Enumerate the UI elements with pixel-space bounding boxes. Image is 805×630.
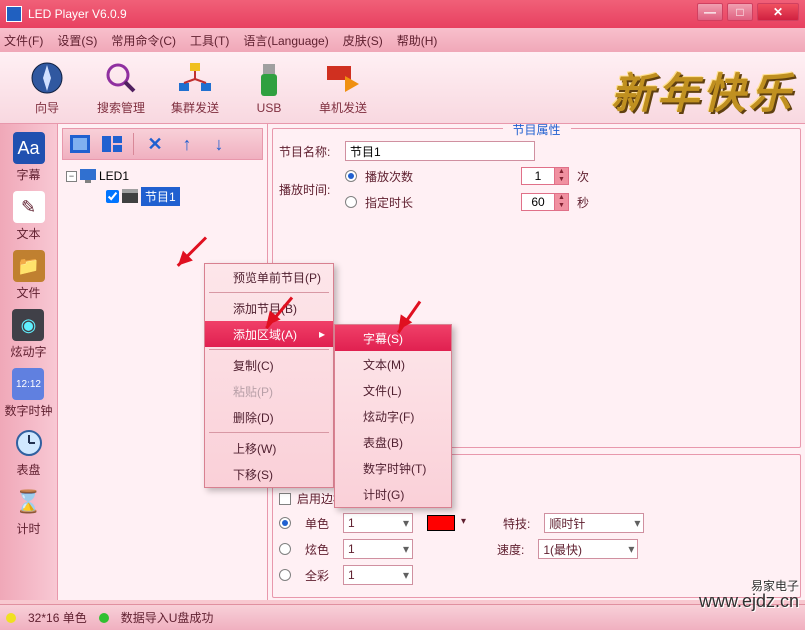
count-spinner[interactable]: ▲▼ [521, 167, 569, 185]
menu-help[interactable]: 帮助(H) [397, 32, 438, 49]
sub-timer[interactable]: 计时(G) [335, 481, 451, 507]
pattern-select-2[interactable]: 1 [343, 539, 413, 559]
menu-settings[interactable]: 设置(S) [57, 32, 97, 49]
left-sidebar: Aa字幕 ✎文本 📁文件 ◉炫动字 12:12数字时钟 表盘 ⌛计时 [0, 124, 58, 600]
status-resolution: 32*16 单色 [28, 609, 87, 626]
tree-btn-down[interactable]: ↓ [208, 133, 230, 155]
speed-select[interactable]: 1(最快) [538, 539, 638, 559]
side-dial[interactable]: 表盘 [13, 427, 45, 478]
tool-cluster[interactable]: 集群发送 [158, 59, 232, 116]
watermark: 易家电子 www.ejdz.cn [699, 580, 799, 610]
compass-icon [27, 59, 67, 97]
sub-animtext[interactable]: 炫动字(F) [335, 403, 451, 429]
sub-digitalclock[interactable]: 数字时钟(T) [335, 455, 451, 481]
ctx-preview[interactable]: 预览单前节目(P) [205, 264, 333, 290]
banner-text: 新年快乐 [611, 60, 795, 121]
disc-icon: ◉ [12, 309, 44, 341]
pattern-select-3[interactable]: 1 [343, 565, 413, 585]
tree-btn-film[interactable] [69, 133, 91, 155]
tree-root[interactable]: − LED1 [66, 166, 259, 186]
tool-search[interactable]: 搜索管理 [84, 59, 158, 116]
expander-icon[interactable]: − [66, 171, 77, 182]
pencil-icon: ✎ [13, 191, 45, 223]
close-button[interactable]: ✕ [757, 3, 799, 21]
ctx-copy[interactable]: 复制(C) [205, 352, 333, 378]
send-icon [323, 59, 363, 97]
tree-selected-label: 节目1 [141, 187, 180, 206]
side-animtext[interactable]: ◉炫动字 [10, 309, 46, 360]
status-dot-icon [6, 613, 16, 623]
aa-icon: Aa [13, 132, 45, 164]
sub-dial[interactable]: 表盘(B) [335, 429, 451, 455]
status-dot-icon [99, 613, 109, 623]
radio-duration[interactable] [345, 196, 357, 208]
context-submenu: 字幕(S) 文本(M) 文件(L) 炫动字(F) 表盘(B) 数字时钟(T) 计… [334, 324, 452, 508]
radio-playcount[interactable] [345, 170, 357, 182]
tool-usb[interactable]: USB [232, 61, 306, 115]
chevron-right-icon: ▸ [319, 327, 325, 341]
pattern-select-1[interactable]: 1 [343, 513, 413, 533]
tree-btn-delete[interactable]: ✕ [144, 133, 166, 155]
usb-icon [249, 61, 289, 99]
side-subtitle[interactable]: Aa字幕 [13, 132, 45, 183]
hourglass-icon: ⌛ [13, 486, 45, 518]
radio-single[interactable] [279, 517, 291, 529]
status-message: 数据导入U盘成功 [121, 609, 214, 626]
name-label: 节目名称: [279, 143, 339, 160]
screen-icon [80, 169, 96, 183]
tool-wizard[interactable]: 向导 [10, 59, 84, 116]
sub-text[interactable]: 文本(M) [335, 351, 451, 377]
ctx-movedown[interactable]: 下移(S) [205, 461, 333, 487]
side-digitalclock[interactable]: 12:12数字时钟 [4, 368, 52, 419]
menu-tools[interactable]: 工具(T) [190, 32, 229, 49]
title-bar: LED Player V6.0.9 — □ ✕ [0, 0, 805, 28]
menu-commands[interactable]: 常用命令(C) [111, 32, 176, 49]
menu-language[interactable]: 语言(Language) [243, 32, 328, 49]
menu-file[interactable]: 文件(F) [4, 32, 43, 49]
network-icon [175, 59, 215, 97]
radio-glow[interactable] [279, 543, 291, 555]
time-label: 播放时间: [279, 181, 339, 198]
group-title: 节目属性 [502, 124, 570, 138]
side-file[interactable]: 📁文件 [13, 250, 45, 301]
tree-checkbox[interactable] [106, 190, 119, 203]
tree-child[interactable]: − 节目1 [92, 186, 259, 206]
menu-skin[interactable]: 皮肤(S) [343, 32, 383, 49]
program-tree[interactable]: − LED1 − 节目1 [62, 160, 263, 212]
ctx-moveup[interactable]: 上移(W) [205, 435, 333, 461]
maximize-button[interactable]: □ [727, 3, 753, 21]
sub-file[interactable]: 文件(L) [335, 377, 451, 403]
clapper-icon [122, 189, 138, 203]
color-swatch[interactable] [427, 515, 455, 531]
menu-bar: 文件(F) 设置(S) 常用命令(C) 工具(T) 语言(Language) 皮… [0, 28, 805, 52]
trick-select[interactable]: 顺时针 [544, 513, 644, 533]
side-text[interactable]: ✎文本 [13, 191, 45, 242]
ctx-paste: 粘贴(P) [205, 378, 333, 404]
tree-btn-layout[interactable] [101, 133, 123, 155]
clock-icon [13, 427, 45, 459]
ctx-delete[interactable]: 删除(D) [205, 404, 333, 430]
app-icon [6, 6, 22, 22]
radio-full[interactable] [279, 569, 291, 581]
status-bar: 32*16 单色 数据导入U盘成功 [0, 604, 805, 630]
side-timer[interactable]: ⌛计时 [13, 486, 45, 537]
tree-toolbar: ✕ ↑ ↓ [62, 128, 263, 160]
chk-border[interactable] [279, 493, 291, 505]
window-title: LED Player V6.0.9 [28, 7, 127, 21]
context-menu: 预览单前节目(P) 添加节目(B) 添加区域(A)▸ 复制(C) 粘贴(P) 删… [204, 263, 334, 488]
magnifier-icon [101, 59, 141, 97]
main-toolbar: 向导 搜索管理 集群发送 USB 单机发送 新年快乐 [0, 52, 805, 124]
minimize-button[interactable]: — [697, 3, 723, 21]
folder-icon: 📁 [13, 250, 45, 282]
tool-single-send[interactable]: 单机发送 [306, 59, 380, 116]
name-input[interactable] [345, 141, 535, 161]
digital-clock-icon: 12:12 [12, 368, 44, 400]
tree-btn-up[interactable]: ↑ [176, 133, 198, 155]
duration-spinner[interactable]: ▲▼ [521, 193, 569, 211]
